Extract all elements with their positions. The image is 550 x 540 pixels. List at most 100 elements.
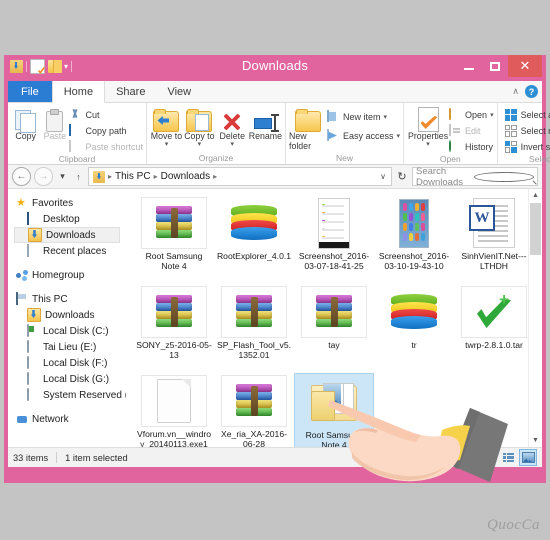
green-check-archive-icon (461, 286, 527, 338)
breadcrumb-this-pc[interactable]: This PC (113, 171, 153, 182)
chevron-down-icon[interactable]: ▾ (198, 141, 202, 148)
sidebar-label: Recent places (43, 245, 107, 257)
sidebar-section-favorites[interactable]: ★ Favorites (14, 195, 126, 211)
rar-archive-icon (301, 286, 367, 338)
forward-button[interactable]: → (34, 167, 53, 186)
sidebar-item-pc-downloads[interactable]: Downloads (14, 307, 126, 323)
sidebar-item-desktop[interactable]: Desktop (14, 211, 126, 227)
scroll-down-icon[interactable]: ▼ (529, 434, 542, 447)
sidebar-section-homegroup[interactable]: Homegroup (14, 267, 126, 283)
file-item[interactable]: SONY_z5-2016-05-13 (134, 284, 214, 373)
edit-button[interactable]: Edit (449, 123, 494, 138)
window-controls[interactable]: ✕ (456, 55, 542, 77)
divider (56, 452, 58, 463)
vertical-scrollbar[interactable]: ▲ ▼ (528, 189, 542, 447)
paste-shortcut-button[interactable]: Paste shortcut (69, 139, 143, 154)
easy-access-label: Easy access (343, 131, 394, 141)
delete-button[interactable]: Delete ▾ (216, 105, 249, 148)
sidebar-item-local-disk-g[interactable]: Local Disk (G:) (14, 371, 126, 387)
help-icon[interactable]: ? (525, 85, 538, 98)
tab-view[interactable]: View (156, 81, 202, 102)
file-name: Screenshot_2016-03-07-18-41-25 (298, 251, 370, 271)
file-item[interactable]: RootExplorer_4.0.1 (214, 195, 294, 284)
breadcrumb-dropdown-icon[interactable]: ∨ (380, 172, 389, 181)
ribbon-group-open: Properties ▾ Open ▾ Edit History Open (404, 103, 498, 164)
copy-path-button[interactable]: Copy path (69, 123, 143, 138)
chevron-down-icon[interactable]: ▾ (490, 111, 494, 119)
maximize-button[interactable] (482, 55, 508, 77)
file-item[interactable]: twrp-2.8.1.0.tar (454, 284, 534, 373)
file-item[interactable]: Vforum.vn__windroy_20140113.exe1 (134, 373, 214, 447)
back-button[interactable]: ← (12, 167, 31, 186)
select-all-label: Select all (520, 110, 550, 120)
copy-button[interactable]: Copy (11, 105, 40, 142)
file-list[interactable]: Root Samsung Note 4 RootExplorer_4.0.1 S… (126, 189, 542, 447)
file-item[interactable]: Xe_ria_XA-2016-06-28 (214, 373, 294, 447)
new-item-button[interactable]: New item ▾ (327, 109, 400, 124)
tab-share[interactable]: Share (105, 81, 156, 102)
refresh-button[interactable]: ↻ (395, 170, 409, 183)
new-folder-icon (295, 107, 321, 132)
collapse-ribbon-icon[interactable]: ∧ (512, 86, 519, 97)
cut-button[interactable]: Cut (69, 108, 143, 122)
history-icon (449, 139, 462, 154)
view-buttons[interactable] (500, 449, 537, 466)
invert-selection-button[interactable]: Invert selection (504, 140, 550, 154)
history-label: History (465, 142, 494, 152)
up-button[interactable]: ↑ (72, 172, 85, 182)
file-item[interactable]: SP_Flash_Tool_v5.1352.01 (214, 284, 294, 373)
file-item[interactable]: Root Samsung Note 4 (134, 195, 214, 284)
sidebar-item-local-disk-f[interactable]: Local Disk (F:) (14, 355, 126, 371)
downloads-folder-icon (27, 308, 41, 322)
close-button[interactable]: ✕ (508, 55, 542, 77)
breadcrumb-downloads[interactable]: Downloads (159, 171, 212, 182)
file-item[interactable]: tay (294, 284, 374, 373)
chevron-down-icon[interactable]: ▾ (384, 113, 388, 121)
rename-button[interactable]: Rename (249, 105, 282, 142)
sidebar-item-tai-lieu-e[interactable]: Tai Lieu (E:) (14, 339, 126, 355)
ribbon-tabs[interactable]: File Home Share View ∧ ? (8, 81, 542, 103)
copy-to-button[interactable]: Copy to ▾ (183, 105, 216, 148)
scroll-up-icon[interactable]: ▲ (529, 189, 542, 202)
thumbnails-view-button[interactable] (519, 449, 537, 466)
new-folder-button[interactable]: New folder (289, 105, 327, 151)
scrollbar-thumb[interactable] (530, 203, 541, 255)
sidebar-item-downloads[interactable]: Downloads (14, 227, 120, 243)
minimize-button[interactable] (456, 55, 482, 77)
search-input[interactable]: Search Downloads (412, 166, 538, 188)
file-item[interactable]: Screenshot_2016-03-07-18-41-25 (294, 195, 374, 284)
recent-locations-button[interactable]: ▾ (56, 171, 69, 182)
new-item-label: New item (343, 112, 381, 122)
properties-icon (417, 107, 439, 132)
recent-places-icon (27, 244, 39, 257)
file-name: twrp-2.8.1.0.tar (465, 340, 523, 350)
file-item[interactable]: W SinhVienIT.Net---LTHDH (454, 195, 534, 284)
sidebar-item-system-reserved-h[interactable]: System Reserved (H: (14, 387, 126, 403)
open-button[interactable]: Open ▾ (449, 107, 494, 122)
easy-access-button[interactable]: Easy access ▾ (327, 128, 401, 143)
tab-file[interactable]: File (8, 81, 52, 102)
chevron-down-icon[interactable]: ▾ (397, 132, 401, 140)
select-all-button[interactable]: Select all (504, 108, 550, 122)
sidebar-section-network[interactable]: Network (14, 411, 126, 427)
history-button[interactable]: History (449, 139, 494, 154)
tab-home[interactable]: Home (51, 81, 106, 103)
sidebar-item-local-disk-c[interactable]: Local Disk (C:) (14, 323, 126, 339)
select-none-button[interactable]: Select none (504, 124, 550, 138)
chevron-down-icon[interactable]: ▾ (426, 141, 430, 148)
properties-button[interactable]: Properties ▾ (407, 105, 449, 148)
chevron-down-icon[interactable]: ▾ (231, 141, 235, 148)
file-item[interactable]: tr (374, 284, 454, 373)
file-item[interactable]: Screenshot_2016-03-10-19-43-10 (374, 195, 454, 284)
sidebar-label: Local Disk (F:) (43, 357, 108, 369)
file-item-selected[interactable]: Root Samsung Note 4 (294, 373, 374, 447)
paste-button[interactable]: Paste (40, 105, 69, 142)
sidebar-item-recent-places[interactable]: Recent places (14, 243, 126, 259)
file-name: Root Samsung Note 4 (305, 430, 363, 447)
sidebar-section-this-pc[interactable]: This PC (14, 291, 126, 307)
details-view-button[interactable] (500, 450, 516, 465)
move-to-button[interactable]: Move to ▾ (150, 105, 183, 148)
chevron-down-icon[interactable]: ▾ (165, 141, 169, 148)
breadcrumb[interactable]: ▸ This PC ▸ Downloads ▸ ∨ (88, 167, 392, 186)
